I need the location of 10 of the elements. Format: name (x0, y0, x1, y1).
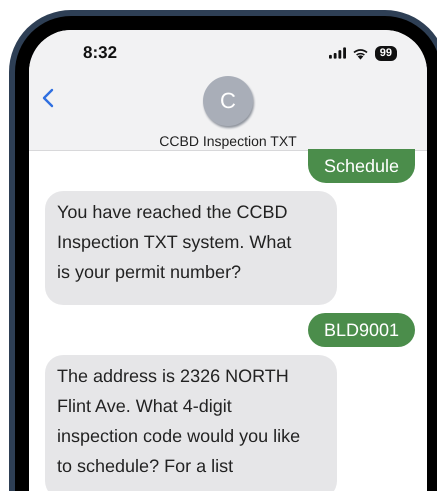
message-bubble: Schedule (308, 149, 415, 183)
message-bubble: BLD9001 (308, 313, 415, 347)
back-icon[interactable] (42, 88, 54, 108)
status-time: 8:32 (83, 43, 118, 63)
wifi-icon (352, 46, 369, 60)
battery-level: 99 (374, 46, 397, 60)
message-bubble: You have reached the CCBD Inspection TXT system. What is your permit number? (45, 191, 337, 305)
signal-icon (328, 47, 346, 59)
message-bubble: The address is 2326 NORTH Flint Ave. What 4-digit inspection code would you like to schedule? For a list (45, 355, 337, 491)
contact-name[interactable]: CCBD Inspection TXT (29, 133, 427, 149)
